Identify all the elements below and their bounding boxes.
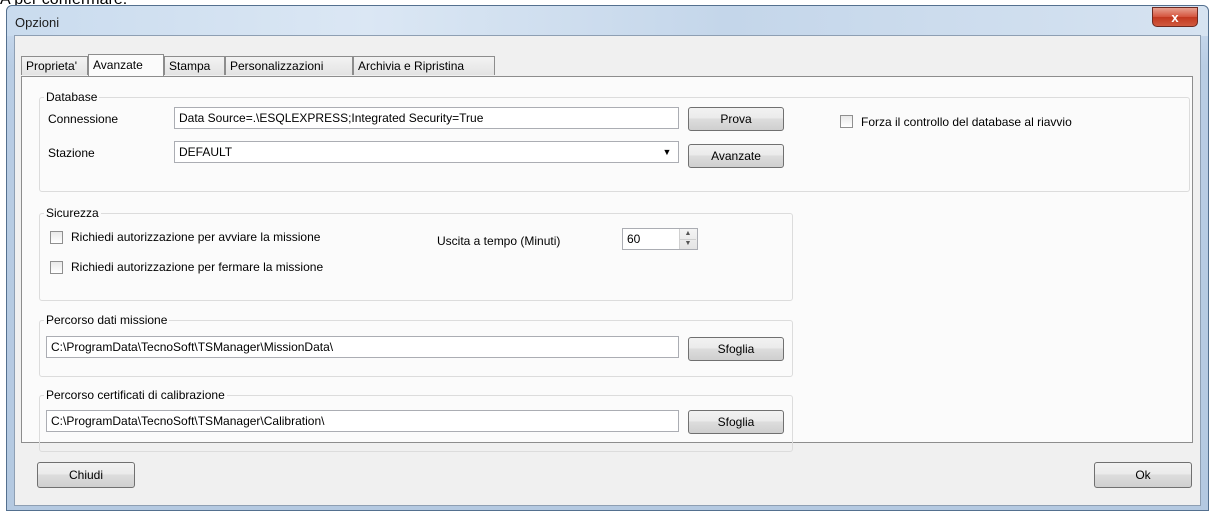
- dialog-client-area: Proprieta' Avanzate Stampa Personalizzaz…: [14, 35, 1201, 506]
- connection-input[interactable]: Data Source=.\ESQLEXPRESS;Integrated Sec…: [174, 107, 679, 129]
- tab-archivia-ripristina[interactable]: Archivia e Ripristina: [353, 56, 495, 75]
- title-bar[interactable]: Opzioni x: [7, 6, 1208, 36]
- station-selected-value: DEFAULT: [179, 145, 233, 159]
- tab-panel-avanzate: Database Connessione Data Source=.\ESQLE…: [21, 76, 1193, 452]
- timeout-stepper-buttons: ▲ ▼: [679, 229, 697, 249]
- security-group-title: Sicurezza: [44, 206, 101, 220]
- database-group-title: Database: [44, 90, 100, 104]
- tab-proprieta[interactable]: Proprieta': [21, 56, 88, 75]
- mission-path-group: Percorso dati missione C:\ProgramData\Te…: [39, 313, 793, 377]
- timeout-value: 60: [627, 232, 641, 246]
- test-connection-button[interactable]: Prova: [688, 107, 784, 131]
- close-icon: x: [1171, 10, 1179, 25]
- close-button[interactable]: Chiudi: [37, 462, 135, 488]
- require-start-auth-checkbox[interactable]: [50, 231, 63, 244]
- station-label: Stazione: [48, 146, 95, 160]
- options-dialog: Opzioni x Proprieta' Avanzate Stampa Per…: [6, 5, 1209, 511]
- advanced-database-button[interactable]: Avanzate: [688, 144, 784, 168]
- calibration-path-browse-button[interactable]: Sfoglia: [688, 410, 784, 434]
- close-window-button[interactable]: x: [1152, 7, 1198, 27]
- tab-stampa[interactable]: Stampa: [164, 56, 225, 75]
- mission-path-browse-button[interactable]: Sfoglia: [688, 337, 784, 361]
- chevron-down-icon: ▼: [662, 147, 672, 157]
- force-db-check-checkbox[interactable]: [840, 115, 853, 128]
- calibration-path-group: Percorso certificati di calibrazione C:\…: [39, 388, 793, 452]
- stepper-down-icon[interactable]: ▼: [680, 239, 696, 249]
- window-title: Opzioni: [15, 15, 60, 30]
- require-start-auth-label: Richiedi autorizzazione per avviare la m…: [71, 230, 321, 244]
- calibration-path-input[interactable]: C:\ProgramData\TecnoSoft\TSManager\Calib…: [46, 410, 679, 432]
- require-stop-auth-label: Richiedi autorizzazione per fermare la m…: [71, 260, 324, 274]
- timeout-label: Uscita a tempo (Minuti): [437, 234, 561, 248]
- tab-avanzate[interactable]: Avanzate: [88, 54, 164, 76]
- require-stop-auth-checkbox[interactable]: [50, 261, 63, 274]
- tab-personalizzazioni[interactable]: Personalizzazioni: [225, 56, 353, 75]
- database-group: Database Connessione Data Source=.\ESQLE…: [39, 90, 1190, 192]
- security-group: Sicurezza Richiedi autorizzazione per av…: [39, 206, 793, 301]
- force-db-check-label: Forza il controllo del database al riavv…: [861, 115, 1072, 129]
- mission-path-title: Percorso dati missione: [44, 313, 170, 327]
- mission-path-input[interactable]: C:\ProgramData\TecnoSoft\TSManager\Missi…: [46, 336, 679, 358]
- ok-button[interactable]: Ok: [1094, 462, 1192, 488]
- connection-label: Connessione: [48, 112, 119, 126]
- calibration-path-title: Percorso certificati di calibrazione: [44, 388, 227, 402]
- timeout-stepper[interactable]: 60 ▲ ▼: [622, 228, 698, 250]
- station-select[interactable]: DEFAULT ▼: [174, 141, 679, 163]
